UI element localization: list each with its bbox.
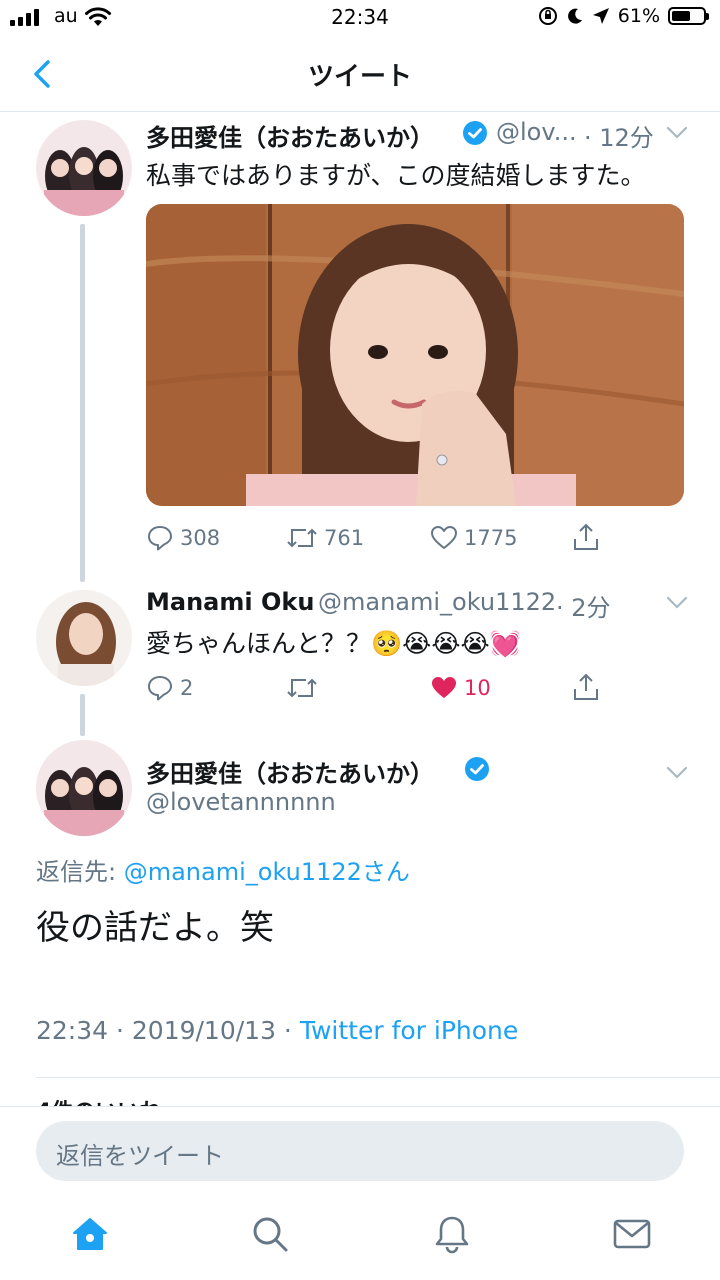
avatar[interactable] — [36, 120, 132, 216]
reply-to-mention[interactable]: @manami_oku1122さん — [124, 858, 410, 886]
retweet-icon — [287, 678, 317, 698]
tweet-time: · 2分 — [556, 594, 611, 622]
reply-count: 2 — [180, 676, 194, 700]
battery-level — [672, 11, 691, 21]
heart-icon — [431, 526, 457, 549]
avatar[interactable] — [36, 740, 132, 836]
like-count: 1775 — [464, 526, 518, 550]
reply-action[interactable]: 2 — [146, 674, 193, 702]
tweet-source-link[interactable]: Twitter for iPhone — [300, 1016, 518, 1045]
reply-action[interactable]: 308 — [146, 524, 220, 552]
main-tweet-text: 役の話だよ。笑 — [36, 908, 274, 948]
retweet-count: 761 — [324, 526, 365, 550]
tweet-text: 愛ちゃんほんと？？🥺😭😭😭💓 — [146, 629, 521, 658]
reply-count: 308 — [180, 526, 221, 550]
location-arrow-icon — [592, 8, 609, 24]
author-name[interactable]: Manami Oku — [146, 588, 314, 616]
do-not-disturb-moon-icon — [567, 8, 582, 24]
avatar[interactable] — [36, 590, 132, 686]
thread-connector-line — [80, 694, 85, 736]
like-action[interactable]: 10 — [430, 674, 491, 702]
battery-percent: 61% — [617, 5, 660, 27]
mail-icon[interactable] — [612, 1214, 652, 1254]
divider — [36, 1077, 720, 1078]
thread-connector-line — [80, 224, 85, 582]
share-action[interactable] — [572, 672, 600, 702]
reply-input[interactable]: 返信をツイート — [36, 1121, 684, 1181]
page-title: ツイート — [307, 62, 412, 92]
author-handle[interactable]: @lov... — [496, 118, 577, 146]
author-name[interactable]: 多田愛佳（おおたあいか） — [146, 754, 434, 789]
author-handle[interactable]: @manami_oku1122 — [318, 588, 556, 616]
battery-icon — [668, 7, 709, 25]
retweet-action[interactable]: 761 — [286, 524, 364, 552]
reply-to-label: 返信先: — [36, 858, 124, 886]
home-icon[interactable] — [70, 1214, 110, 1254]
share-action[interactable] — [572, 522, 600, 552]
like-count: 10 — [464, 676, 491, 700]
status-bar: au 22:34 61% — [0, 0, 720, 36]
reply-input-placeholder: 返信をツイート — [56, 1142, 224, 1170]
chevron-down-icon[interactable] — [666, 596, 688, 610]
orientation-lock-icon — [538, 7, 557, 25]
tweet-thread[interactable]: 多田愛佳（おおたあいか） @lov... · 12分 私事ではありますが、この度… — [0, 112, 720, 1106]
author-handle[interactable]: @lovetannnnnn — [146, 788, 336, 816]
bell-icon[interactable] — [432, 1214, 472, 1254]
reply-to-line: 返信先: @manami_oku1122さん — [36, 852, 410, 887]
chevron-down-icon[interactable] — [666, 126, 688, 140]
likes-summary[interactable]: 4件のいいね — [36, 1094, 161, 1106]
tweet-text: 私事ではありますが、この度結婚しますた。 — [146, 161, 646, 190]
tweet-photo[interactable] — [146, 204, 684, 506]
tweet-meta: 22:34 · 2019/10/13 · Twitter for iPhone — [36, 1016, 518, 1045]
nav-bar: ツイート — [0, 36, 720, 112]
author-name[interactable]: 多田愛佳（おおたあいか） — [146, 118, 434, 153]
retweet-icon — [287, 528, 317, 548]
tab-bar — [0, 1194, 720, 1280]
search-icon[interactable] — [250, 1214, 290, 1254]
heart-filled-icon — [432, 677, 456, 698]
share-icon — [574, 673, 598, 700]
reply-icon — [148, 526, 172, 551]
share-icon — [574, 523, 598, 550]
verified-badge-icon — [465, 757, 489, 781]
chevron-down-icon[interactable] — [666, 766, 688, 780]
verified-badge-icon — [463, 121, 487, 145]
like-action[interactable]: 1775 — [430, 524, 517, 552]
tweet-time: · 12分 — [584, 124, 654, 152]
reply-composer-bar: 返信をツイート — [0, 1106, 720, 1194]
retweet-action[interactable] — [286, 674, 318, 702]
tweet-timestamp: 22:34 · 2019/10/13 · — [36, 1016, 300, 1045]
reply-icon — [148, 676, 172, 701]
